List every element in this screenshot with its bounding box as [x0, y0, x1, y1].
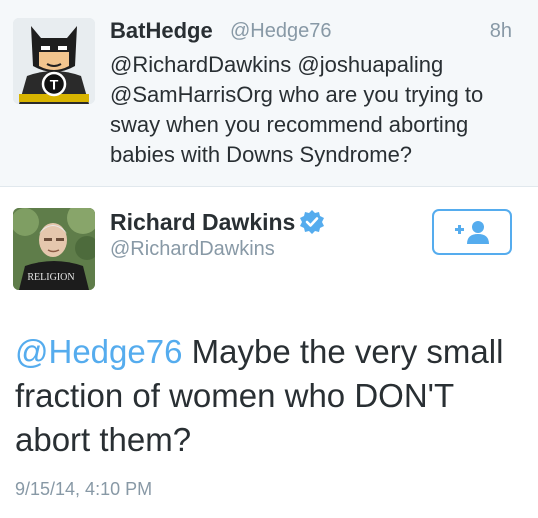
reply-author-handle[interactable]: @Hedge76 [230, 20, 331, 43]
avatar[interactable]: T [13, 18, 95, 104]
main-tweet: RELIGION Richard Dawkins @RichardDawkins… [0, 187, 538, 518]
avatar-badge-letter: T [50, 77, 59, 93]
avatar[interactable]: RELIGION [13, 208, 95, 290]
reply-text: @RichardDawkins @joshuapaling @SamHarris… [110, 52, 484, 167]
follow-button[interactable] [432, 209, 512, 255]
author-handle[interactable]: @RichardDawkins [110, 238, 275, 261]
reply-tweet[interactable]: T BatHedge @Hedge76 8h @RichardDawkins @… [0, 0, 538, 187]
reply-author-name[interactable]: BatHedge [110, 18, 213, 44]
verified-badge-icon [299, 209, 325, 235]
tweet-timestamp: 9/15/14, 4:10 PM [15, 479, 153, 499]
tweet-text: @Hedge76 Maybe the very small fraction o… [15, 330, 525, 462]
author-name[interactable]: Richard Dawkins [110, 209, 295, 236]
reply-timestamp: 8h [489, 20, 512, 42]
tweet-mention-link[interactable]: @Hedge76 [15, 333, 182, 370]
batman-avatar-icon: T [13, 18, 95, 104]
profile-photo-icon: RELIGION [13, 208, 95, 290]
add-user-icon [455, 221, 489, 244]
avatar-shirt-text: RELIGION [27, 272, 74, 283]
